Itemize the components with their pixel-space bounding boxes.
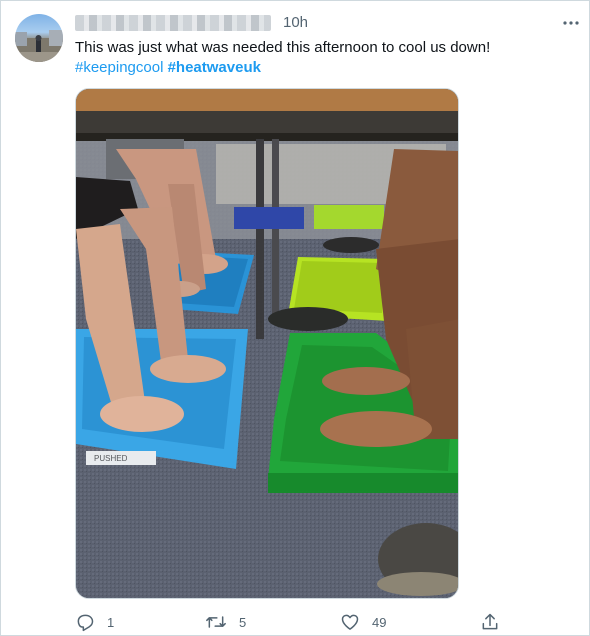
avatar-image bbox=[15, 30, 63, 62]
more-options-button[interactable] bbox=[559, 11, 583, 35]
tweet-photo[interactable]: PUSHED bbox=[75, 88, 459, 599]
more-options-icon bbox=[563, 21, 579, 25]
photo-feet-in-trays bbox=[76, 89, 458, 598]
tweet-text: This was just what was needed this after… bbox=[75, 39, 491, 56]
share-button[interactable] bbox=[480, 611, 500, 633]
hashtag-link-heatwaveuk[interactable]: #heatwaveuk bbox=[168, 59, 261, 76]
like-count: 49 bbox=[372, 614, 387, 630]
retweet-button[interactable]: 5 bbox=[205, 611, 246, 633]
reply-button[interactable]: 1 bbox=[75, 611, 114, 633]
share-icon bbox=[482, 613, 498, 630]
tray-label-text: PUSHED bbox=[94, 454, 128, 463]
tweet-actions: 1 5 49 bbox=[75, 611, 515, 633]
tweet-card[interactable]: 10h This was just what was needed this a… bbox=[0, 0, 590, 636]
retweet-count: 5 bbox=[239, 614, 247, 630]
heart-icon bbox=[341, 614, 359, 630]
tweet-hashtags: #keepingcool #heatwaveuk bbox=[75, 57, 261, 78]
reply-icon bbox=[77, 614, 94, 632]
like-button[interactable]: 49 bbox=[340, 611, 386, 633]
hashtag-link-keepingcool[interactable]: #keepingcool bbox=[75, 59, 163, 76]
tray-label: PUSHED bbox=[94, 454, 128, 463]
tweet-timestamp[interactable]: 10h bbox=[283, 14, 308, 31]
reply-count: 1 bbox=[107, 614, 115, 630]
display-name-redacted[interactable] bbox=[75, 15, 271, 31]
avatar[interactable] bbox=[15, 14, 63, 62]
retweet-icon bbox=[206, 616, 226, 628]
